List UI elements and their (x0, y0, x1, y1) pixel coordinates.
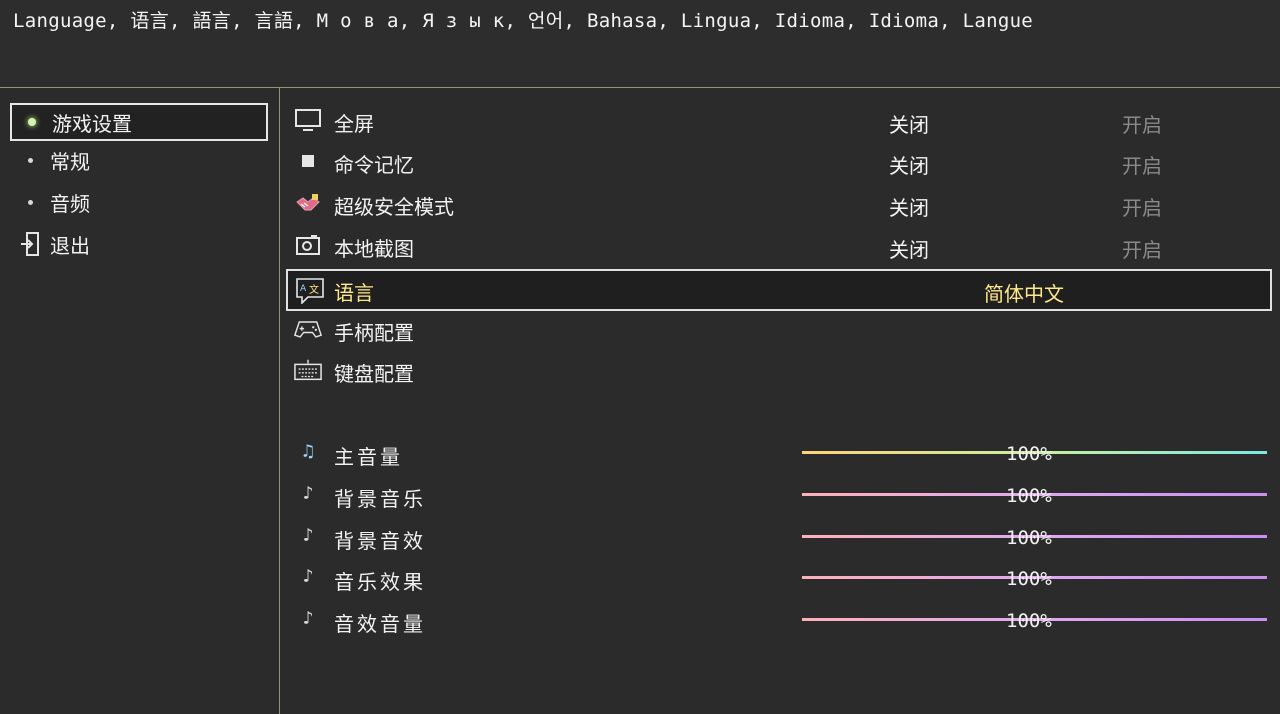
volume-row-master: ♫ 主音量 100% (286, 433, 1272, 473)
music-note-small-icon: ♪ (302, 608, 314, 629)
music-note-small-icon: ♪ (302, 566, 314, 587)
setting-command-memory: 命令记忆 关闭 开启 (286, 141, 1272, 181)
svg-text:A: A (300, 284, 307, 294)
volume-row-sfx: ♪ 音效音量 100% (286, 600, 1272, 640)
sidebar: 游戏设置 常规 音频 退出 (0, 88, 280, 714)
local-screenshot-on-option[interactable]: 开启 (1122, 234, 1162, 263)
command-memory-off-option[interactable]: 关闭 (889, 150, 929, 179)
exit-door-icon (10, 225, 50, 263)
camera-icon (294, 232, 322, 258)
volume-value: 100% (1006, 568, 1052, 590)
setting-keyboard-config[interactable]: 键盘配置 (286, 350, 1272, 390)
volume-label: 主音量 (334, 445, 403, 469)
local-screenshot-off-option[interactable]: 关闭 (889, 234, 929, 263)
sidebar-item-game-settings[interactable]: 游戏设置 (10, 103, 268, 141)
sidebar-item-label: 游戏设置 (52, 111, 132, 136)
language-value[interactable]: 简体中文 (984, 278, 1064, 307)
sidebar-item-audio[interactable]: 音频 (10, 183, 268, 221)
translate-icon: A 文 (296, 278, 324, 304)
fullscreen-on-option[interactable]: 开启 (1122, 109, 1162, 138)
fullscreen-off-option[interactable]: 关闭 (889, 109, 929, 138)
sidebar-item-exit[interactable]: 退出 (10, 225, 268, 263)
volume-value: 100% (1006, 485, 1052, 507)
setting-label: 手柄配置 (334, 321, 414, 345)
square-icon (294, 148, 322, 174)
volume-label: 背景音乐 (334, 487, 426, 511)
language-header: Language, 语言, 語言, 言語, М о в а, Я з ы к, … (0, 0, 1280, 88)
setting-gamepad-config[interactable]: 手柄配置 (286, 309, 1272, 349)
bullet-icon (10, 183, 50, 221)
volume-row-bg-sfx: ♪ 背景音效 100% (286, 517, 1272, 557)
setting-language[interactable]: A 文 语言 简体中文 (286, 269, 1272, 311)
sidebar-item-label: 常规 (50, 149, 90, 174)
setting-label: 命令记忆 (334, 153, 414, 177)
setting-local-screenshot: 本地截图 关闭 开启 (286, 225, 1272, 265)
volume-label: 音效音量 (334, 612, 426, 636)
svg-text:文: 文 (309, 283, 319, 296)
music-note-icon: ♫ (302, 441, 314, 462)
setting-label: 语言 (334, 281, 374, 305)
setting-label: 超级安全模式 (334, 195, 454, 219)
bullet-icon (10, 141, 50, 179)
setting-fullscreen: 全屏 关闭 开启 (286, 100, 1272, 140)
volume-label: 音乐效果 (334, 570, 426, 594)
volume-label: 背景音效 (334, 529, 426, 553)
setting-label: 键盘配置 (334, 362, 414, 386)
monitor-icon (294, 107, 322, 133)
keyboard-icon (294, 357, 322, 383)
volume-value: 100% (1006, 443, 1052, 465)
handshake-icon (294, 190, 322, 216)
music-note-small-icon: ♪ (302, 483, 314, 504)
setting-label: 本地截图 (334, 237, 414, 261)
command-memory-on-option[interactable]: 开启 (1122, 150, 1162, 179)
gamepad-icon (294, 316, 322, 342)
language-list-text: Language, 语言, 語言, 言語, М о в а, Я з ы к, … (13, 10, 1034, 32)
sidebar-item-label: 音频 (50, 191, 90, 216)
volume-row-music-effects: ♪ 音乐效果 100% (286, 558, 1272, 598)
super-safe-mode-on-option[interactable]: 开启 (1122, 192, 1162, 221)
sidebar-item-general[interactable]: 常规 (10, 141, 268, 179)
volume-row-bgm: ♪ 背景音乐 100% (286, 475, 1272, 515)
sidebar-item-label: 退出 (50, 233, 90, 258)
music-note-small-icon: ♪ (302, 525, 314, 546)
setting-label: 全屏 (334, 112, 374, 136)
setting-super-safe-mode: 超级安全模式 关闭 开启 (286, 183, 1272, 223)
volume-value: 100% (1006, 527, 1052, 549)
volume-value: 100% (1006, 610, 1052, 632)
settings-panel: 全屏 关闭 开启 命令记忆 关闭 开启 超级安全模式 关闭 开启 本地截图 关闭… (281, 88, 1280, 714)
bullet-icon (12, 103, 52, 141)
super-safe-mode-off-option[interactable]: 关闭 (889, 192, 929, 221)
